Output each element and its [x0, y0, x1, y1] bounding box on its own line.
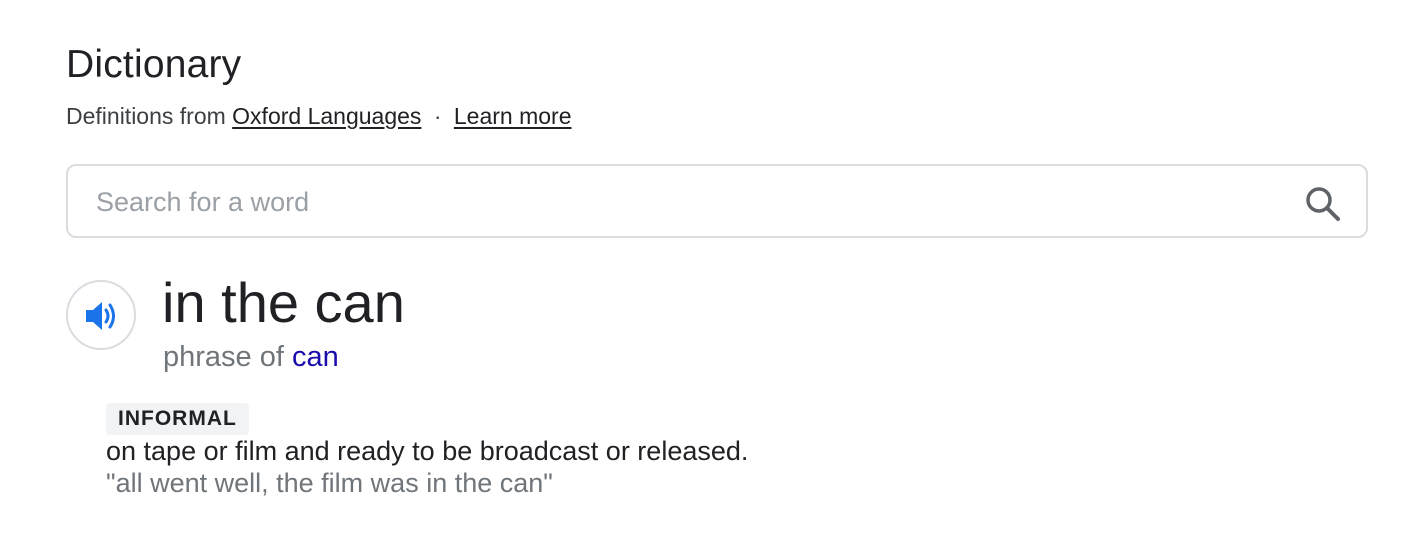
- source-attribution: Definitions from Oxford Languages · Lear…: [66, 101, 572, 131]
- definition-text: on tape or film and ready to be broadcas…: [106, 436, 749, 466]
- pronunciation-audio-button[interactable]: [66, 280, 136, 350]
- search-icon[interactable]: [1304, 185, 1342, 223]
- phrase-prefix: phrase of: [163, 341, 284, 373]
- search-input[interactable]: [96, 180, 1276, 224]
- search-box: [66, 164, 1368, 238]
- root-word-link[interactable]: can: [292, 341, 339, 373]
- oxford-languages-link[interactable]: Oxford Languages: [232, 103, 421, 129]
- source-prefix: Definitions from: [66, 103, 226, 129]
- learn-more-link[interactable]: Learn more: [454, 103, 572, 129]
- headword: in the can: [162, 271, 405, 334]
- usage-label-badge: INFORMAL: [106, 403, 249, 435]
- dictionary-title: Dictionary: [66, 43, 242, 86]
- phrase-of-line: phrase of can: [163, 339, 339, 375]
- example-sentence: "all went well, the film was in the can": [106, 468, 553, 498]
- separator-dot: ·: [433, 103, 442, 129]
